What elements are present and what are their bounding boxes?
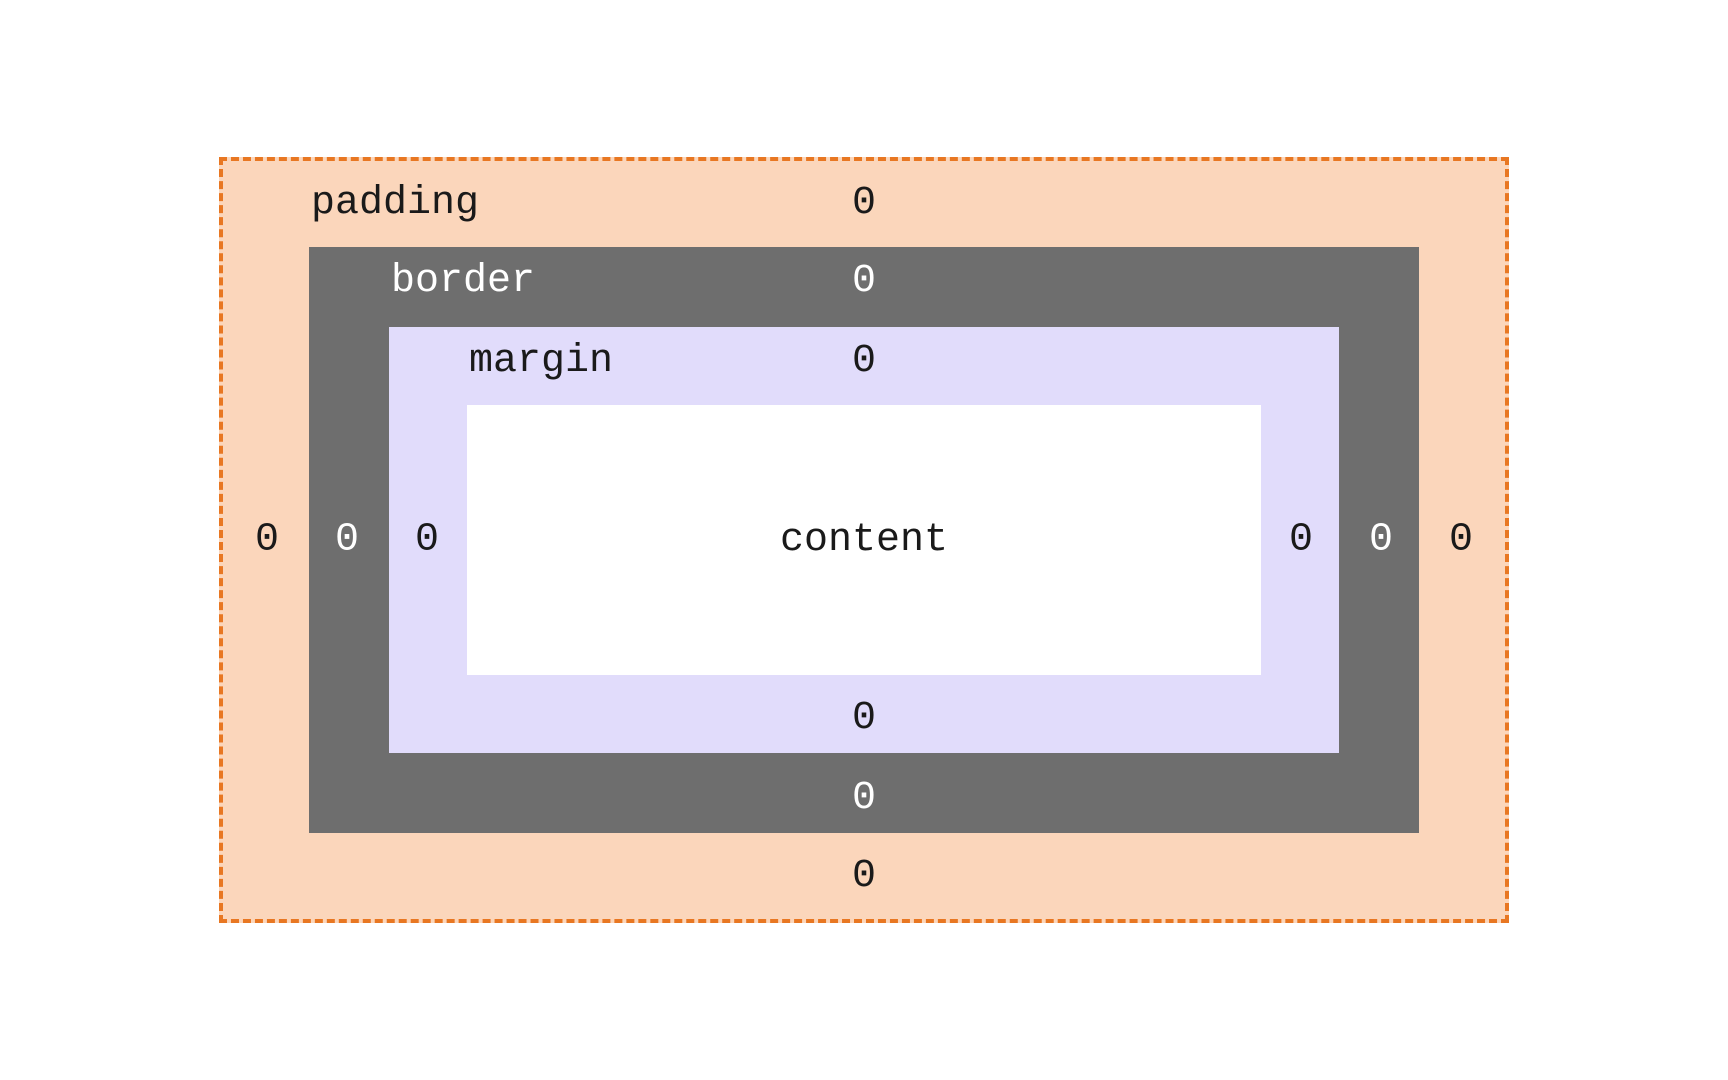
content-region: content: [467, 405, 1261, 675]
margin-right-value: 0: [1289, 518, 1313, 563]
margin-label: margin: [469, 339, 613, 384]
border-top-value: 0: [852, 259, 876, 304]
box-model-diagram: content padding border margin 0 0 0 0 0 …: [219, 157, 1509, 923]
padding-bottom-value: 0: [852, 854, 876, 899]
border-label: border: [391, 259, 535, 304]
padding-right-value: 0: [1449, 518, 1473, 563]
margin-bottom-value: 0: [852, 696, 876, 741]
border-right-value: 0: [1369, 518, 1393, 563]
content-label: content: [780, 518, 948, 563]
border-bottom-value: 0: [852, 776, 876, 821]
margin-left-value: 0: [415, 518, 439, 563]
padding-label: padding: [311, 181, 479, 226]
padding-left-value: 0: [255, 518, 279, 563]
padding-top-value: 0: [852, 181, 876, 226]
margin-top-value: 0: [852, 339, 876, 384]
border-left-value: 0: [335, 518, 359, 563]
